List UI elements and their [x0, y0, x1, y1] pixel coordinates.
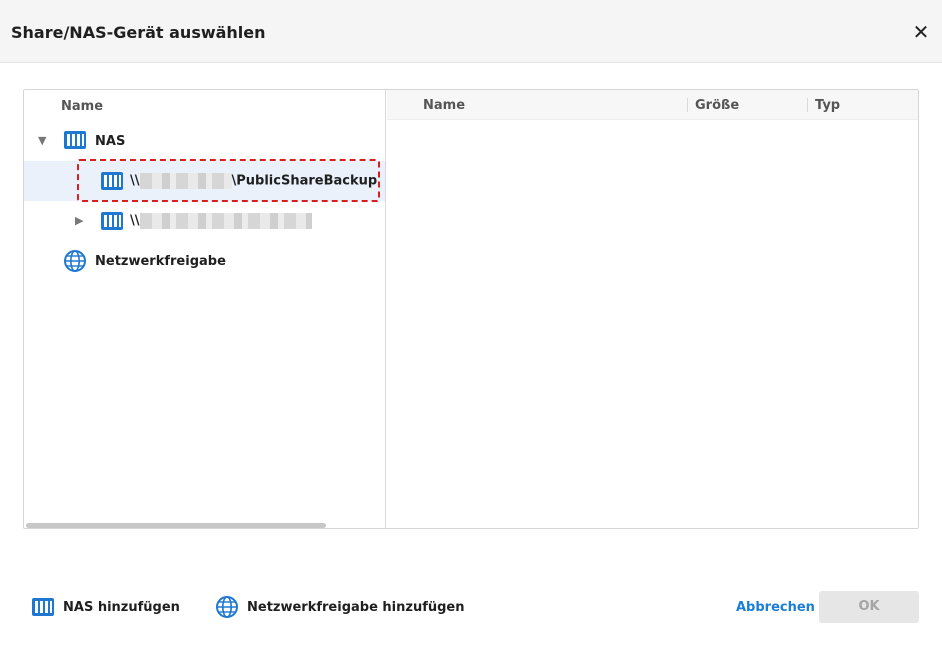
browser-panel: Name ▼ NAS \\ \PublicShareBackup ▶ \\ Ne… [23, 89, 919, 529]
add-nas-label: NAS hinzufügen [63, 599, 180, 615]
tree-item-label: NAS [95, 134, 126, 149]
globe-icon [216, 596, 238, 618]
column-size[interactable]: Größe [695, 98, 739, 113]
dialog-title: Share/NAS-Gerät auswählen [11, 23, 266, 42]
dialog-titlebar: Share/NAS-Gerät auswählen ✕ [0, 0, 942, 63]
selection-highlight-frame [77, 159, 380, 202]
file-list-header: Name Größe Typ [387, 90, 918, 120]
tree-item-nas-device[interactable]: ▶ \\ [24, 201, 385, 241]
column-type[interactable]: Typ [815, 98, 840, 113]
redacted-host [139, 213, 312, 229]
tree-horizontal-scrollbar[interactable] [26, 523, 326, 528]
column-divider[interactable] [687, 98, 688, 112]
path-prefix: \\ [130, 213, 140, 229]
column-divider[interactable] [807, 98, 808, 112]
nas-icon [32, 598, 54, 616]
tree-item-nas[interactable]: ▼ NAS [24, 121, 385, 161]
tree-item-label: \\ [130, 213, 312, 229]
globe-icon [64, 250, 86, 272]
cancel-button[interactable]: Abbrechen [736, 600, 815, 615]
column-name[interactable]: Name [423, 98, 465, 113]
tree-header: Name [24, 90, 385, 120]
nas-icon [101, 212, 123, 230]
tree-header-name: Name [61, 99, 104, 114]
tree-item-network-share[interactable]: Netzwerkfreigabe [24, 241, 385, 281]
tree-item-label: Netzwerkfreigabe [95, 254, 226, 269]
add-network-share-button[interactable]: Netzwerkfreigabe hinzufügen [216, 596, 465, 618]
caret-down-icon[interactable]: ▼ [38, 134, 46, 147]
add-network-share-label: Netzwerkfreigabe hinzufügen [247, 599, 465, 615]
close-icon[interactable]: ✕ [910, 21, 932, 43]
file-list-body [387, 120, 918, 528]
caret-right-icon[interactable]: ▶ [75, 214, 83, 227]
device-tree: Name ▼ NAS \\ \PublicShareBackup ▶ \\ Ne… [24, 90, 386, 528]
add-nas-button[interactable]: NAS hinzufügen [32, 598, 180, 616]
nas-icon [64, 131, 86, 149]
ok-button[interactable]: OK [819, 591, 919, 623]
